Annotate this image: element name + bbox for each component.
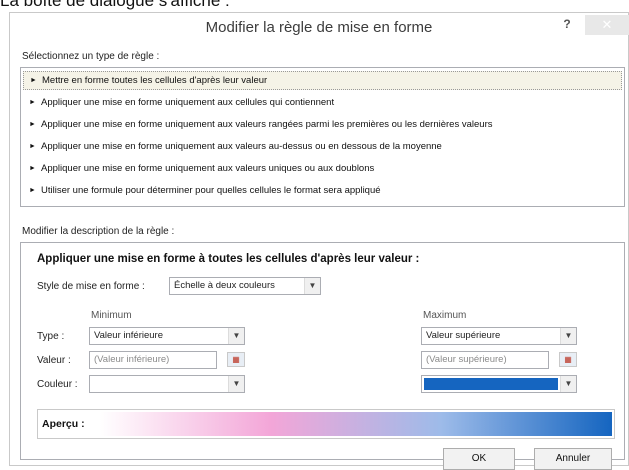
format-style-select[interactable]: Échelle à deux couleurs ▼	[169, 277, 321, 295]
maximum-header: Maximum	[423, 310, 467, 321]
format-style-value: Échelle à deux couleurs	[174, 280, 275, 291]
rule-description-label: Modifier la description de la règle :	[22, 226, 175, 237]
minimum-type-select[interactable]: Valeur inférieure ▼	[89, 327, 245, 345]
triangle-right-icon: ►	[29, 143, 36, 150]
dialog-titlebar: Modifier la règle de mise en forme ? ✕	[10, 13, 629, 41]
close-button[interactable]: ✕	[585, 15, 629, 35]
triangle-right-icon: ►	[29, 121, 36, 128]
maximum-type-value: Valeur supérieure	[426, 330, 501, 341]
rule-description-panel: Appliquer une mise en forme à toutes les…	[20, 242, 625, 460]
help-button[interactable]: ?	[560, 17, 574, 33]
cancel-button[interactable]: Annuler	[534, 448, 612, 470]
minimum-cell-reference-button[interactable]: ▦	[227, 352, 245, 367]
rule-type-item-contains[interactable]: ► Appliquer une mise en forme uniquement …	[23, 93, 622, 112]
rule-type-item-above-below-average[interactable]: ► Appliquer une mise en forme uniquement …	[23, 137, 622, 156]
rule-type-item-label: Mettre en forme toutes les cellules d'ap…	[42, 75, 268, 86]
format-style-label: Style de mise en forme :	[37, 281, 145, 292]
preview-label: Aperçu :	[42, 418, 85, 430]
format-rule-dialog: Modifier la règle de mise en forme ? ✕ S…	[9, 12, 629, 466]
triangle-right-icon: ►	[29, 99, 36, 106]
rule-type-item-label: Appliquer une mise en forme uniquement a…	[41, 163, 375, 174]
rule-type-item-formula[interactable]: ► Utiliser une formule pour déterminer po…	[23, 181, 622, 200]
rule-type-label: Sélectionnez un type de règle :	[22, 51, 160, 62]
rule-type-item-label: Appliquer une mise en forme uniquement a…	[41, 119, 493, 130]
minimum-type-value: Valeur inférieure	[94, 330, 164, 341]
rule-type-list[interactable]: ► Mettre en forme toutes les cellules d'a…	[20, 67, 625, 207]
maximum-type-select[interactable]: Valeur supérieure ▼	[421, 327, 577, 345]
triangle-right-icon: ►	[29, 187, 36, 194]
rule-description-heading: Appliquer une mise en forme à toutes les…	[37, 253, 420, 265]
ok-button[interactable]: OK	[443, 448, 515, 470]
minimum-color-swatch	[92, 378, 226, 390]
range-picker-icon: ▦	[232, 355, 240, 364]
chevron-down-icon: ▼	[304, 278, 320, 294]
maximum-cell-reference-button[interactable]: ▦	[559, 352, 577, 367]
rule-type-item-label: Utiliser une formule pour déterminer pou…	[41, 185, 381, 196]
chevron-down-icon: ▼	[560, 328, 576, 344]
rule-type-item-unique-duplicate[interactable]: ► Appliquer une mise en forme uniquement …	[23, 159, 622, 178]
rule-type-item-label: Appliquer une mise en forme uniquement a…	[41, 97, 335, 108]
minimum-value-input[interactable]: (Valeur inférieure)	[89, 351, 217, 369]
preview-box: Aperçu :	[37, 409, 615, 439]
maximum-value-input[interactable]: (Valeur supérieure)	[421, 351, 549, 369]
triangle-right-icon: ►	[29, 165, 36, 172]
rule-type-item-top-bottom[interactable]: ► Appliquer une mise en forme uniquement …	[23, 115, 622, 134]
chevron-down-icon: ▼	[228, 328, 244, 344]
preview-gradient	[100, 412, 612, 436]
rule-type-item-all-cells[interactable]: ► Mettre en forme toutes les cellules d'a…	[23, 71, 622, 90]
minimum-header: Minimum	[91, 310, 132, 321]
chevron-down-icon: ▼	[560, 376, 576, 392]
value-label: Valeur :	[37, 355, 71, 366]
close-icon: ✕	[601, 17, 613, 32]
rule-type-item-label: Appliquer une mise en forme uniquement a…	[41, 141, 442, 152]
chevron-down-icon: ▼	[228, 376, 244, 392]
type-label: Type :	[37, 331, 65, 342]
range-picker-icon: ▦	[564, 355, 572, 364]
page-caption: La boîte de dialogue s'affiche :	[0, 0, 230, 10]
dialog-title: Modifier la règle de mise en forme	[205, 19, 433, 36]
maximum-color-select[interactable]: ▼	[421, 375, 577, 393]
minimum-color-select[interactable]: ▼	[89, 375, 245, 393]
color-label: Couleur :	[37, 379, 78, 390]
triangle-right-icon: ►	[30, 77, 37, 84]
maximum-color-swatch	[424, 378, 558, 390]
